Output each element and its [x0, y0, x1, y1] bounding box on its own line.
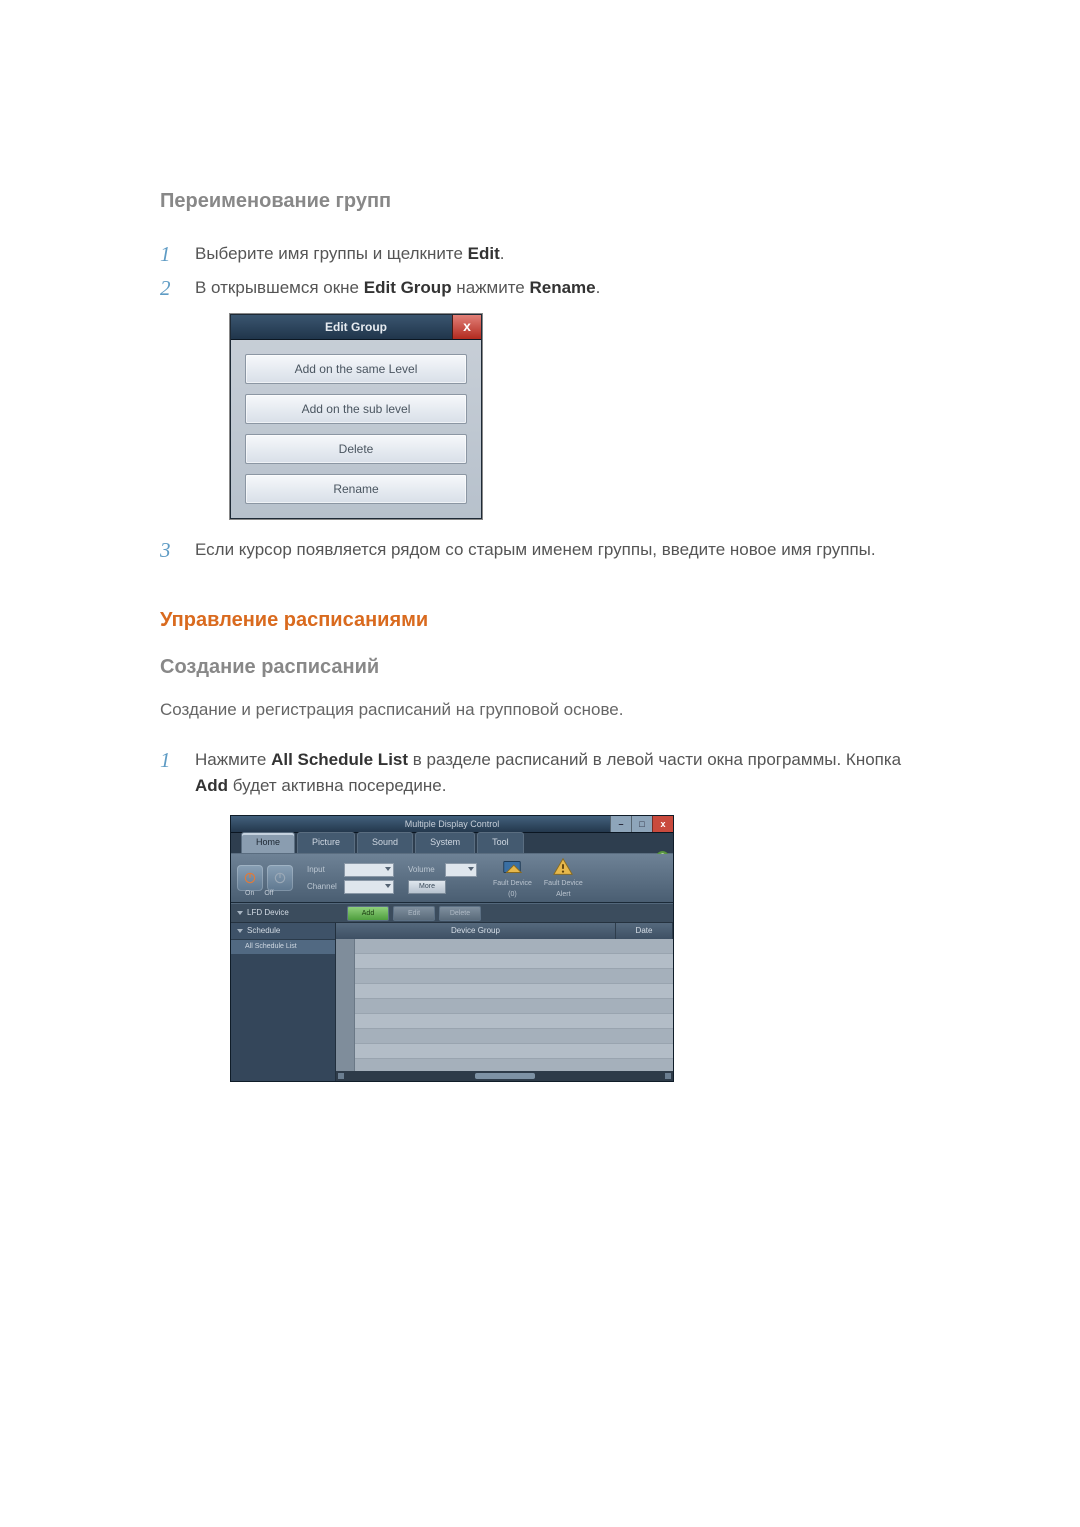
label-channel: Channel — [307, 881, 341, 893]
step2-bold-rename: Rename — [529, 278, 595, 297]
add-same-level-button[interactable]: Add on the same Level — [245, 354, 467, 384]
rename-button[interactable]: Rename — [245, 474, 467, 504]
close-icon[interactable]: x — [452, 315, 481, 339]
power-off-icon[interactable] — [267, 865, 293, 891]
fault-device-icon[interactable] — [501, 856, 523, 878]
side-lfd[interactable]: LFD Device — [231, 907, 341, 919]
mdc-main: Device Group Date — [336, 923, 673, 1081]
mdc-sidebar: Schedule All Schedule List — [231, 923, 336, 1081]
side-schedule[interactable]: Schedule — [231, 923, 335, 940]
tab-system[interactable]: System — [415, 832, 475, 853]
step-2: В открывшемся окне Edit Group нажмите Re… — [160, 275, 920, 518]
power-on-icon[interactable] — [237, 865, 263, 891]
horizontal-scrollbar[interactable] — [336, 1071, 673, 1081]
maximize-icon[interactable]: □ — [631, 816, 652, 832]
volume-field[interactable] — [445, 863, 477, 877]
heading-manage-schedules: Управление расписаниями — [160, 609, 920, 632]
step-3: Если курсор появляется рядом со старым и… — [160, 537, 920, 563]
step2-text-e: . — [596, 278, 601, 297]
s2step1-e: будет активна посередине. — [228, 776, 446, 795]
fault-cap-1: Fault DeviceAlert — [544, 879, 583, 901]
fault-cap-0: Fault Device(0) — [493, 879, 532, 901]
step1-text-c: . — [500, 244, 505, 263]
add-button[interactable]: Add — [347, 906, 389, 921]
minimize-icon[interactable]: – — [610, 816, 631, 832]
table-row — [355, 1059, 673, 1071]
add-sub-level-button[interactable]: Add on the sub level — [245, 394, 467, 424]
label-volume: Volume — [408, 864, 442, 876]
tab-picture[interactable]: Picture — [297, 832, 355, 853]
label-input: Input — [307, 864, 341, 876]
power-group — [237, 865, 293, 891]
step-1: Выберите имя группы и щелкните Edit. — [160, 241, 920, 267]
label-off: Off — [264, 889, 273, 900]
mdc-tabs: Home Picture Sound System Tool ? — [231, 833, 673, 854]
mdc-title-text: Multiple Display Control — [405, 819, 500, 829]
table-row — [355, 984, 673, 999]
edit-group-dialog: Edit Group x Add on the same Level Add o… — [230, 314, 482, 519]
step1-bold-edit: Edit — [468, 244, 500, 263]
mdc-window: Multiple Display Control – □ x Home Pict… — [230, 815, 674, 1082]
label-on: On — [245, 889, 254, 900]
table-rows — [355, 939, 673, 1071]
table-row — [355, 954, 673, 969]
table-row — [355, 969, 673, 984]
tab-tool[interactable]: Tool — [477, 832, 524, 853]
table-header: Device Group Date — [336, 923, 673, 939]
table-row — [355, 1044, 673, 1059]
step2-text-a: В открывшемся окне — [195, 278, 364, 297]
table-row — [355, 939, 673, 954]
tab-sound[interactable]: Sound — [357, 832, 413, 853]
mdc-toolbar: LFD Device Add Edit Delete — [231, 903, 673, 923]
side-all-schedule[interactable]: All Schedule List — [231, 940, 335, 954]
s2step1-bold-all: All Schedule List — [271, 750, 408, 769]
s2step1-a: Нажмите — [195, 750, 271, 769]
scrollbar-thumb[interactable] — [475, 1073, 535, 1079]
step2-text-c: нажмите — [452, 278, 530, 297]
col-date: Date — [616, 923, 673, 939]
dialog-titlebar: Edit Group x — [231, 315, 481, 340]
delete-button-toolbar[interactable]: Delete — [439, 906, 481, 921]
dialog-body: Add on the same Level Add on the sub lev… — [231, 340, 481, 518]
s2step1-bold-add: Add — [195, 776, 228, 795]
delete-button[interactable]: Delete — [245, 434, 467, 464]
s2-step-1: Нажмите All Schedule List в разделе расп… — [160, 747, 920, 1083]
table-row — [355, 999, 673, 1014]
mdc-ribbon: On Off Input Channel Volume More — [231, 854, 673, 903]
dialog-title: Edit Group — [325, 320, 387, 334]
more-button[interactable]: More — [408, 880, 446, 894]
mdc-titlebar: Multiple Display Control – □ x — [231, 816, 673, 833]
tab-home[interactable]: Home — [241, 832, 295, 853]
step2-bold-editgroup: Edit Group — [364, 278, 452, 297]
heading-create-schedules: Создание расписаний — [160, 656, 920, 679]
step3-text: Если курсор появляется рядом со старым и… — [195, 540, 876, 559]
table-row — [355, 1014, 673, 1029]
edit-button[interactable]: Edit — [393, 906, 435, 921]
row-header-col — [336, 939, 355, 1071]
col-device-group: Device Group — [336, 923, 616, 939]
heading-rename-groups: Переименование групп — [160, 190, 920, 213]
s2step1-c: в разделе расписаний в левой части окна … — [408, 750, 901, 769]
body-create-schedules: Создание и регистрация расписаний на гру… — [160, 697, 920, 723]
fault-alert-icon[interactable] — [552, 856, 574, 878]
step1-text-a: Выберите имя группы и щелкните — [195, 244, 468, 263]
input-dropdown[interactable] — [344, 863, 394, 877]
table-row — [355, 1029, 673, 1044]
close-icon[interactable]: x — [652, 816, 673, 832]
channel-dropdown[interactable] — [344, 880, 394, 894]
